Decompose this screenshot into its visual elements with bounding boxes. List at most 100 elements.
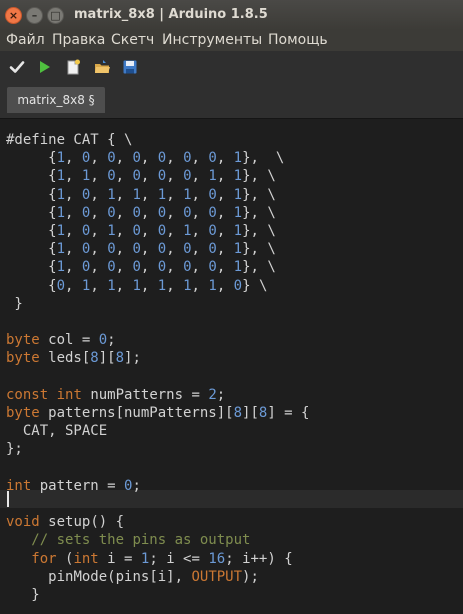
code-token: 8 [115, 350, 125, 367]
code-token: 1 [56, 186, 66, 203]
code-token: 0 [233, 277, 243, 294]
code-token: col = [39, 332, 99, 349]
code-token: 0 [56, 277, 66, 294]
window-close-button[interactable]: × [5, 7, 22, 24]
code-token: }, \ [242, 150, 285, 167]
code-token: }, \ [242, 168, 276, 185]
code-token: , [90, 241, 108, 258]
menu-bar: Файл Правка Скетч Инструменты Помощь [0, 30, 463, 51]
code-token: 1 [56, 241, 66, 258]
code-token: ]; [124, 350, 141, 367]
upload-icon[interactable] [35, 58, 53, 76]
code-line: int pattern = 0; [6, 477, 141, 495]
code-token: , [90, 168, 108, 185]
code-token: , [140, 277, 158, 294]
toolbar [0, 51, 463, 82]
code-token: , [191, 277, 209, 294]
save-icon[interactable] [121, 58, 139, 76]
code-token: , [216, 223, 234, 239]
code-token: { [48, 168, 57, 185]
code-token: { [48, 277, 57, 294]
code-line: {1, 0, 1, 0, 0, 1, 0, 1}, \ [6, 222, 276, 240]
code-line: #define CAT { \ [6, 131, 132, 149]
code-token: 0 [107, 259, 116, 276]
open-icon[interactable] [93, 58, 111, 76]
code-token: 0 [107, 241, 116, 258]
code-token: 0 [107, 204, 116, 221]
new-icon[interactable] [64, 58, 82, 76]
code-token: 1 [233, 241, 243, 258]
code-token: , [216, 277, 234, 294]
window-maximize-button[interactable]: □ [47, 7, 64, 24]
code-token: 1 [233, 204, 243, 221]
code-token: }; [6, 441, 23, 458]
code-token: , [65, 168, 82, 185]
code-token: ; i++) { [225, 550, 293, 567]
code-token: for [31, 550, 57, 567]
code-token: numPatterns = [81, 386, 209, 403]
code-token: i = [98, 550, 141, 567]
menu-edit[interactable]: Правка [52, 32, 105, 48]
code-token: , [65, 150, 82, 167]
code-token: byte [6, 405, 40, 421]
code-line: {1, 0, 0, 0, 0, 0, 0, 1}, \ [6, 258, 276, 276]
code-token: 0 [157, 168, 167, 185]
code-token: pattern = [31, 477, 125, 494]
code-token: 0 [208, 223, 217, 239]
code-token: , [216, 186, 234, 203]
code-token: , [191, 204, 209, 221]
code-token: 0 [132, 168, 141, 185]
code-token: 8 [233, 405, 243, 421]
code-token: , [90, 259, 108, 276]
code-token: 0 [208, 204, 217, 221]
code-token: 1 [233, 223, 243, 239]
code-token: ; [132, 477, 141, 494]
code-token: void [6, 514, 40, 531]
code-token: 1 [107, 186, 116, 203]
code-line: } [6, 586, 39, 604]
code-token: 1 [56, 259, 66, 276]
code-token: , [65, 259, 82, 276]
code-token: 1 [107, 277, 116, 294]
menu-tools[interactable]: Инструменты [162, 32, 262, 48]
code-token: , [166, 277, 184, 294]
window-titlebar: × – □ matrix_8x8 | Arduino 1.8.5 [0, 0, 463, 30]
code-token: pinMode [48, 568, 108, 585]
code-token: 1 [183, 186, 192, 203]
code-token: } [6, 295, 23, 312]
code-token: 0 [208, 241, 217, 258]
code-token: , [166, 150, 184, 167]
verify-icon[interactable] [8, 58, 26, 76]
code-token: , [65, 241, 82, 258]
code-token: 1 [107, 223, 116, 239]
code-token: , [65, 277, 82, 294]
code-token: 0 [132, 241, 141, 258]
code-token: { [48, 241, 57, 258]
code-token: 1 [157, 186, 167, 203]
code-line: {0, 1, 1, 1, 1, 1, 1, 0} \ [6, 277, 267, 295]
code-token: , [166, 204, 184, 221]
code-token: } \ [242, 277, 268, 294]
code-token: 0 [157, 259, 167, 276]
code-token: ; i <= [149, 550, 209, 567]
code-token: patterns[numPatterns][ [39, 405, 234, 421]
code-token: int [6, 477, 32, 494]
code-line: pinMode(pins[i], OUTPUT); [6, 568, 259, 586]
code-token: , [90, 186, 108, 203]
code-token: { [48, 259, 57, 276]
code-token: ; [216, 386, 226, 403]
code-editor[interactable]: #define CAT { \ {1, 0, 0, 0, 0, 0, 0, 1}… [0, 119, 463, 614]
code-token: 1 [208, 168, 217, 185]
tab-matrix-8x8[interactable]: matrix_8x8 § [7, 87, 105, 113]
menu-sketch[interactable]: Скетч [111, 32, 154, 48]
code-line: byte col = 0; [6, 331, 116, 349]
code-token: 0 [208, 259, 217, 276]
code-token: ; [107, 332, 116, 349]
code-token: , [140, 168, 158, 185]
menu-file[interactable]: Файл [6, 32, 45, 48]
menu-help[interactable]: Помощь [268, 32, 328, 48]
window-minimize-button[interactable]: – [26, 7, 43, 24]
